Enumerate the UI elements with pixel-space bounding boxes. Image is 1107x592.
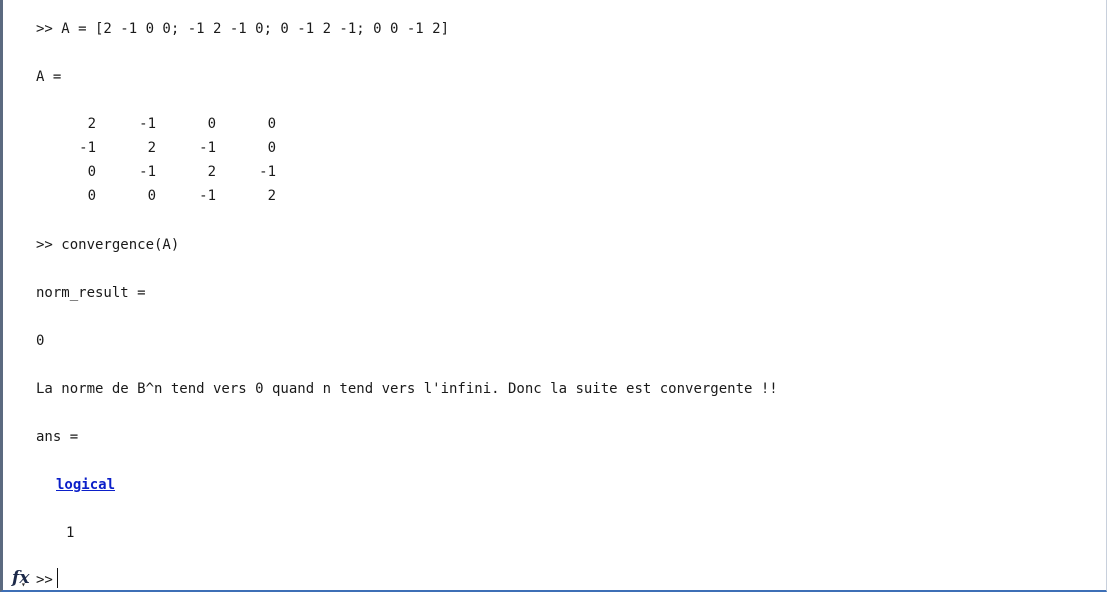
matrix-row: -1 2 -1 0 [36,139,286,163]
output-norm-value: 0 [36,333,45,349]
logical-type-link[interactable]: logical [56,476,115,494]
matrix-cell: 2 [87,116,96,132]
matrix-cell: 0 [87,164,96,180]
matrix-cell: 0 [267,116,276,132]
command-window[interactable]: >> A = [2 -1 0 0; -1 2 -1 0; 0 -1 2 -1; … [0,0,1107,592]
matrix-cell: 0 [87,188,96,204]
output-variable-ans: ans = [36,429,79,445]
output-ans-value: 1 [66,525,75,541]
matrix-cell: 0 [147,188,156,204]
command-prompt-input[interactable]: >> [36,568,1096,588]
output-variable-norm-result: norm_result = [36,285,146,301]
matrix-cell: 2 [147,140,156,156]
text-cursor [56,568,58,588]
matrix-cell: 0 [207,116,216,132]
matrix-cell: 2 [267,188,276,204]
matrix-cell: 2 [207,164,216,180]
command-line-define-matrix: >> A = [2 -1 0 0; -1 2 -1 0; 0 -1 2 -1; … [36,21,450,37]
matrix-row: 0 0 -1 2 [36,187,286,211]
matrix-cell: -1 [79,140,96,156]
output-variable-a: A = [36,69,62,85]
matrix-row: 2 -1 0 0 [36,115,286,139]
matrix-row: 0 -1 2 -1 [36,163,286,187]
output-convergence-message: La norme de B^n tend vers 0 quand n tend… [36,381,778,397]
matrix-cell: 0 [267,140,276,156]
matrix-cell: -1 [259,164,276,180]
command-line-convergence: >> convergence(A) [36,237,180,253]
matrix-cell: -1 [139,164,156,180]
chevron-down-icon[interactable]: ▾ [21,581,26,589]
matrix-output: 2 -1 0 0 -1 2 -1 0 0 -1 2 -1 0 0 -1 2 [36,115,286,211]
matrix-cell: -1 [199,188,216,204]
prompt-symbol: >> [36,572,53,588]
matrix-cell: -1 [199,140,216,156]
matrix-cell: -1 [139,116,156,132]
